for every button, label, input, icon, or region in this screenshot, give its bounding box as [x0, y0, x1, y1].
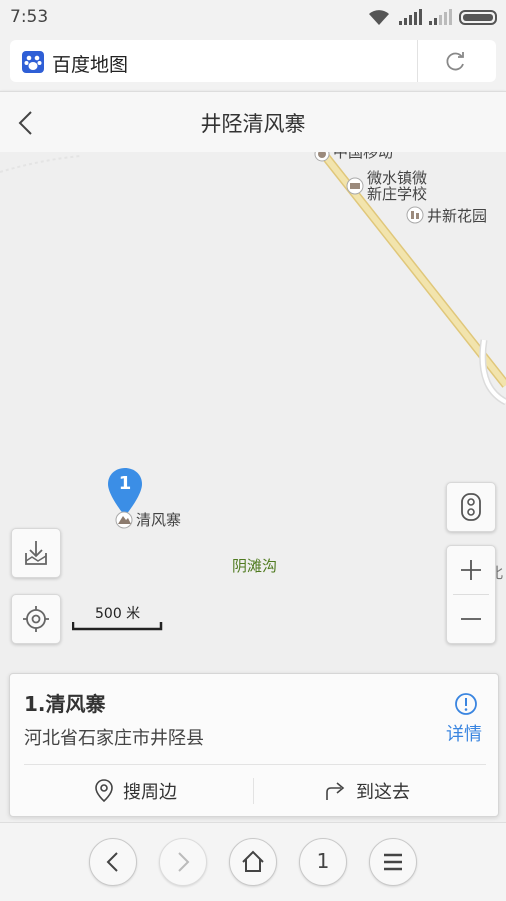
browser-back-button[interactable] [89, 838, 137, 886]
marker-number: 1 [118, 473, 132, 494]
signal-icon [399, 9, 422, 25]
browser-tabs-button[interactable]: 1 [299, 838, 347, 886]
traffic-light-icon [461, 493, 481, 521]
poi-icon [314, 152, 330, 162]
search-nearby-label: 搜周边 [123, 782, 177, 803]
browser-home-button[interactable] [229, 838, 277, 886]
scenic-spot-icon [115, 511, 133, 529]
poi-label-marker[interactable]: 清风寨 [136, 512, 181, 528]
refresh-icon[interactable] [444, 50, 468, 72]
school-label-line1: 微水镇微 [367, 169, 428, 187]
search-nearby-button[interactable]: 搜周边 [94, 774, 194, 806]
url-separator [417, 40, 418, 82]
zoom-control [446, 545, 496, 644]
poi-label-school[interactable]: 微水镇微 新庄学校 [367, 170, 427, 202]
tab-count: 1 [316, 849, 330, 873]
zoom-out-button[interactable] [447, 595, 495, 643]
browser-menu-button[interactable] [369, 838, 417, 886]
status-time: 7:53 [10, 7, 49, 27]
result-card[interactable]: 1.清风寨 河北省石家庄市井陉县 详情 搜周边 到这去 [9, 673, 499, 817]
scale-bar [72, 622, 163, 631]
offline-download-button[interactable] [11, 528, 61, 578]
download-icon [25, 541, 47, 565]
location-pin-icon [95, 779, 113, 803]
page-title: 井陉清风寨 [200, 112, 306, 136]
url-box[interactable]: 百度地图 [10, 40, 496, 82]
poi-label-top[interactable]: 中国移动 [333, 152, 393, 160]
battery-icon [459, 10, 497, 25]
zoom-in-button[interactable] [447, 546, 495, 594]
info-icon[interactable] [454, 692, 478, 716]
go-here-label: 到这去 [356, 782, 410, 803]
status-bar: 7:53 [0, 0, 506, 34]
chevron-left-icon [106, 852, 118, 872]
locate-button[interactable] [11, 594, 61, 644]
scale-label: 500 米 [95, 606, 141, 622]
home-icon [242, 850, 264, 872]
url-title: 百度地图 [52, 54, 129, 76]
plus-icon [461, 560, 481, 580]
locate-icon [23, 606, 49, 632]
baidu-paw-icon [22, 51, 44, 73]
menu-icon [384, 853, 402, 871]
navigate-here-button[interactable]: 到这去 [324, 774, 434, 806]
action-separator [253, 778, 254, 804]
chevron-right-icon [178, 852, 190, 872]
page-header: 井陉清风寨 [0, 91, 506, 152]
school-label-line2: 新庄学校 [367, 185, 428, 203]
poi-label-valley[interactable]: 阴滩沟 [232, 555, 277, 576]
traffic-toggle-button[interactable] [446, 482, 496, 532]
url-bar: 百度地图 [0, 34, 506, 90]
browser-forward-button[interactable] [159, 838, 207, 886]
poi-label-garden[interactable]: 井新花园 [427, 208, 487, 224]
result-address: 河北省石家庄市井陉县 [24, 728, 204, 749]
result-name: 1.清风寨 [24, 692, 106, 716]
school-icon [346, 177, 364, 195]
minus-icon [461, 618, 481, 620]
card-divider [24, 764, 486, 765]
residential-icon [406, 206, 424, 224]
route-arrow-icon [326, 782, 345, 800]
signal-icon-2 [429, 9, 452, 25]
wifi-icon [369, 10, 389, 25]
detail-link[interactable]: 详情 [446, 720, 482, 746]
browser-bottom-bar: 1 [0, 822, 506, 901]
